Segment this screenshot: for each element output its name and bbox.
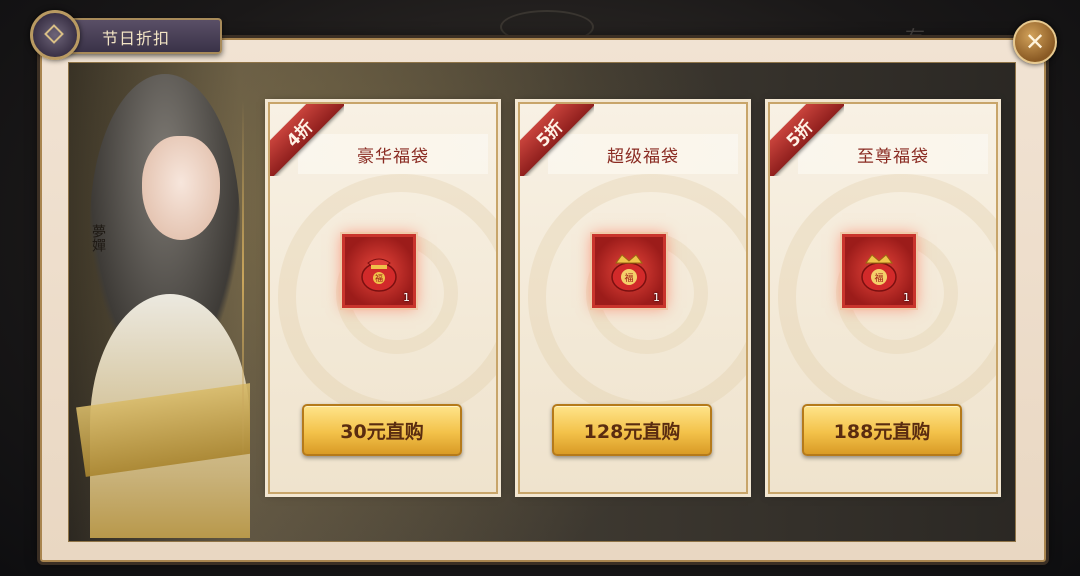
character-signature: 夢嬋: [90, 224, 106, 252]
svg-text:福: 福: [375, 274, 383, 283]
character-face: [142, 136, 220, 240]
gold-lucky-bag-icon: 福: [861, 254, 897, 292]
offer-card: 至尊福袋 5折 福 1 188元直购: [768, 102, 998, 494]
item-slot[interactable]: 福 1: [842, 234, 916, 308]
item-count: 1: [403, 291, 410, 304]
lucky-bag-icon: 福: [361, 258, 397, 292]
discount-ribbon: 5折: [770, 104, 844, 176]
compass-emblem-icon: [30, 10, 80, 60]
item-count: 1: [653, 291, 660, 304]
discount-ribbon: 5折: [520, 104, 594, 176]
discount-label: 5折: [532, 116, 568, 152]
close-button[interactable]: ✕: [1013, 20, 1057, 64]
dialog-title: 节日折扣: [102, 29, 171, 48]
buy-button[interactable]: 128元直购: [552, 404, 712, 456]
item-slot[interactable]: 福 1: [592, 234, 666, 308]
title-tab: 节日折扣: [58, 18, 222, 54]
discount-label: 4折: [282, 116, 318, 152]
svg-text:福: 福: [874, 272, 883, 284]
offer-name: 至尊福袋: [857, 146, 929, 167]
item-count: 1: [903, 291, 910, 304]
buy-button[interactable]: 30元直购: [302, 404, 462, 456]
portrait-divider: [242, 100, 244, 460]
gold-lucky-bag-icon: 福: [611, 254, 647, 292]
offer-name: 超级福袋: [607, 146, 679, 167]
buy-button[interactable]: 188元直购: [802, 404, 962, 456]
offer-card: 豪华福袋 4折 福 1 30元直购: [268, 102, 498, 494]
item-slot[interactable]: 福 1: [342, 234, 416, 308]
discount-label: 5折: [782, 116, 818, 152]
offer-card: 超级福袋 5折 福 1 128元直购: [518, 102, 748, 494]
offer-name: 豪华福袋: [357, 146, 429, 167]
character-portrait: 夢嬋: [70, 64, 250, 538]
svg-text:福: 福: [624, 272, 633, 284]
close-icon: ✕: [1024, 28, 1046, 56]
discount-ribbon: 4折: [270, 104, 344, 176]
